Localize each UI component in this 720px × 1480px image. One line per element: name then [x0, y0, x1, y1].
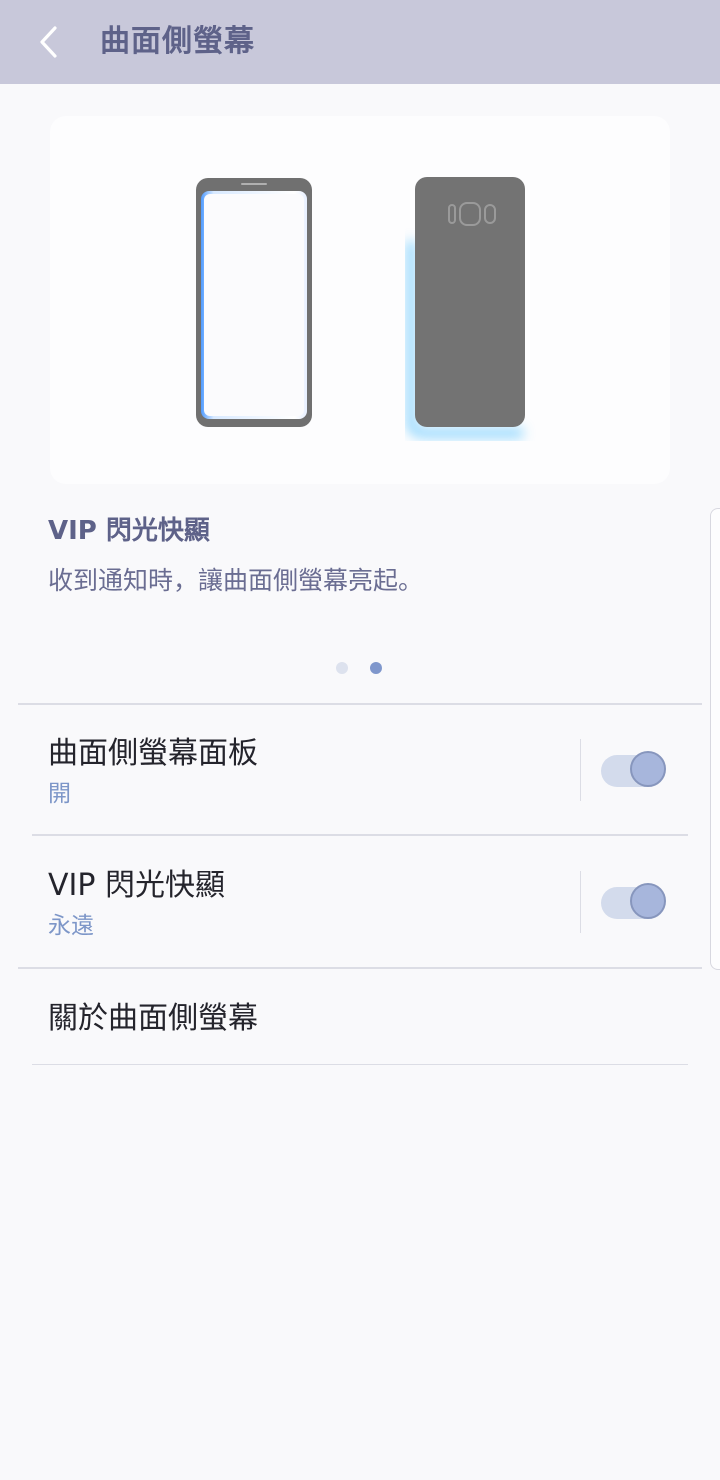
setting-status: 開	[48, 781, 71, 807]
page-title: 曲面側螢幕	[100, 24, 255, 59]
page-dot-active[interactable]	[370, 662, 382, 674]
edge-panel-handle[interactable]	[710, 508, 720, 970]
setting-title: 關於曲面側螢幕	[48, 1001, 258, 1036]
phone-back-edge-glow-icon	[406, 177, 525, 438]
page-dot[interactable]	[336, 662, 348, 674]
back-button[interactable]	[28, 22, 68, 62]
row-divider	[32, 1064, 688, 1065]
app-bar: 曲面側螢幕	[0, 0, 720, 84]
edge-panels-toggle[interactable]	[601, 751, 667, 791]
toggle-thumb	[630, 751, 666, 787]
vertical-divider	[580, 739, 581, 801]
setting-row-vip-flash[interactable]: VIP 閃光快顯 永遠	[0, 836, 720, 966]
setting-row-edge-panels[interactable]: 曲面側螢幕面板 開	[0, 704, 720, 834]
illustration-card	[50, 116, 670, 484]
page-indicator	[336, 662, 382, 676]
toggle-thumb	[630, 883, 666, 919]
setting-title: 曲面側螢幕面板	[48, 736, 258, 771]
phone-front-edge-glow-icon	[196, 178, 312, 427]
setting-row-about[interactable]: 關於曲面側螢幕	[0, 969, 720, 1065]
setting-status: 永遠	[48, 913, 94, 939]
setting-title: VIP 閃光快顯	[48, 868, 225, 903]
vertical-divider	[580, 871, 581, 933]
chevron-left-icon	[40, 26, 57, 58]
vip-flash-toggle[interactable]	[601, 883, 667, 923]
feature-title: VIP 閃光快顯	[48, 516, 210, 546]
feature-description: 收到通知時，讓曲面側螢幕亮起。	[48, 566, 424, 595]
